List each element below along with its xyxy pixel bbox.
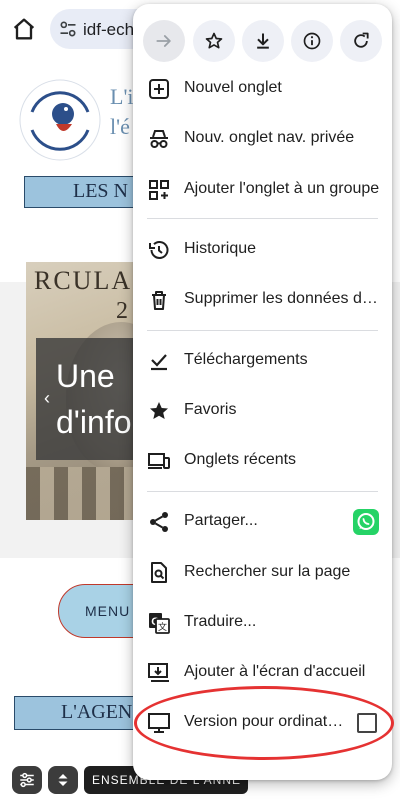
devices-icon xyxy=(148,453,170,469)
svg-text:文: 文 xyxy=(158,621,167,633)
share-icon xyxy=(150,512,168,532)
menu-item-tab-group[interactable]: Ajouter l'onglet à un groupe xyxy=(133,167,392,213)
menu-item-label: Supprimer les données de navigation xyxy=(184,290,380,307)
whatsapp-icon xyxy=(357,513,375,530)
download-icon xyxy=(257,33,269,49)
bookmark-button[interactable] xyxy=(193,20,235,62)
menu-item-share[interactable]: Partager... xyxy=(133,499,392,545)
menu-item-label: Traduire... xyxy=(184,613,257,630)
tab-group-icon xyxy=(149,180,169,200)
menu-item-incognito[interactable]: Nouv. onglet nav. privée xyxy=(133,116,392,162)
menu-item-label: Version pour ordinateur xyxy=(184,713,344,730)
menu-item-find-in-page[interactable]: Rechercher sur la page xyxy=(133,550,392,596)
menu-item-label: Onglets récents xyxy=(184,451,297,468)
history-icon xyxy=(149,241,169,259)
menu-item-label: Partager... xyxy=(184,512,258,529)
tune-icon[interactable] xyxy=(58,19,78,39)
arrow-right-icon xyxy=(156,35,171,47)
menu-top-actions xyxy=(133,4,392,74)
whatsapp-share-button[interactable] xyxy=(353,509,379,535)
reload-icon xyxy=(354,32,369,48)
menu-item-label: Ajouter l'onglet à un groupe xyxy=(184,180,380,197)
incognito-icon xyxy=(150,130,168,148)
menu-divider xyxy=(147,218,378,219)
site-name-line2: l'é xyxy=(110,114,130,139)
photo-subtitle: 2 xyxy=(116,298,128,324)
menu-item-desktop-site[interactable]: Version pour ordinateur xyxy=(133,700,392,746)
page-info-button[interactable] xyxy=(291,20,333,62)
info-icon xyxy=(303,32,321,50)
overflow-menu: Nouvel onglet Nouv. onglet nav. privée A… xyxy=(133,4,392,780)
menu-item-history[interactable]: Historique xyxy=(133,227,392,273)
settings-sliders-button[interactable] xyxy=(12,766,42,794)
menu-item-label: Favoris xyxy=(184,401,237,418)
menu-item-new-tab[interactable]: Nouvel onglet xyxy=(133,66,392,112)
desktop-site-checkbox[interactable] xyxy=(357,713,377,733)
menu-item-label: Téléchargements xyxy=(184,351,308,368)
trash-icon xyxy=(152,291,166,310)
menu-item-downloads[interactable]: Téléchargements xyxy=(133,338,392,384)
sort-button[interactable] xyxy=(48,766,78,794)
menu-item-bookmarks[interactable]: Favoris xyxy=(133,388,392,434)
menu-item-clear-data[interactable]: Supprimer les données de navigation xyxy=(133,277,392,323)
sliders-icon xyxy=(20,772,34,788)
menu-item-label: Rechercher sur la page xyxy=(184,563,351,580)
find-in-page-icon xyxy=(151,562,167,583)
home-icon xyxy=(13,18,35,40)
star-outline-icon xyxy=(205,32,223,49)
league-logo[interactable] xyxy=(18,78,102,162)
desktop-icon xyxy=(148,713,170,733)
menu-divider xyxy=(147,330,378,331)
forward-button[interactable] xyxy=(143,20,185,62)
plus-box-icon xyxy=(149,79,169,99)
translate-icon: G 文 xyxy=(149,613,170,634)
menu-item-add-to-home[interactable]: Ajouter à l'écran d'accueil xyxy=(133,650,392,696)
site-name-line1: L'i xyxy=(110,84,134,109)
menu-item-translate[interactable]: G 文 Traduire... xyxy=(133,600,392,646)
menu-item-label: Ajouter à l'écran d'accueil xyxy=(184,663,366,680)
up-down-icon xyxy=(58,774,68,786)
slider-prev-arrow[interactable]: ‹ xyxy=(44,388,50,409)
url-text: idf-ech xyxy=(83,20,135,39)
caption-line1: Une xyxy=(56,358,115,394)
menu-item-label: Nouv. onglet nav. privée xyxy=(184,129,355,146)
menu-divider xyxy=(147,491,378,492)
menu-item-recent-tabs[interactable]: Onglets récents xyxy=(133,438,392,484)
site-name[interactable]: L'i l'é xyxy=(110,82,134,142)
download-button[interactable] xyxy=(242,20,284,62)
star-icon xyxy=(150,402,168,419)
caption-line2: d'info xyxy=(56,404,132,440)
reload-button[interactable] xyxy=(340,20,382,62)
menu-item-label: Historique xyxy=(184,240,257,257)
downloads-check-icon xyxy=(151,354,167,371)
add-to-home-icon xyxy=(148,663,169,682)
photo-title: RCULAI xyxy=(34,266,143,295)
menu-item-label: Nouvel onglet xyxy=(184,79,282,96)
home-button[interactable] xyxy=(10,15,38,43)
